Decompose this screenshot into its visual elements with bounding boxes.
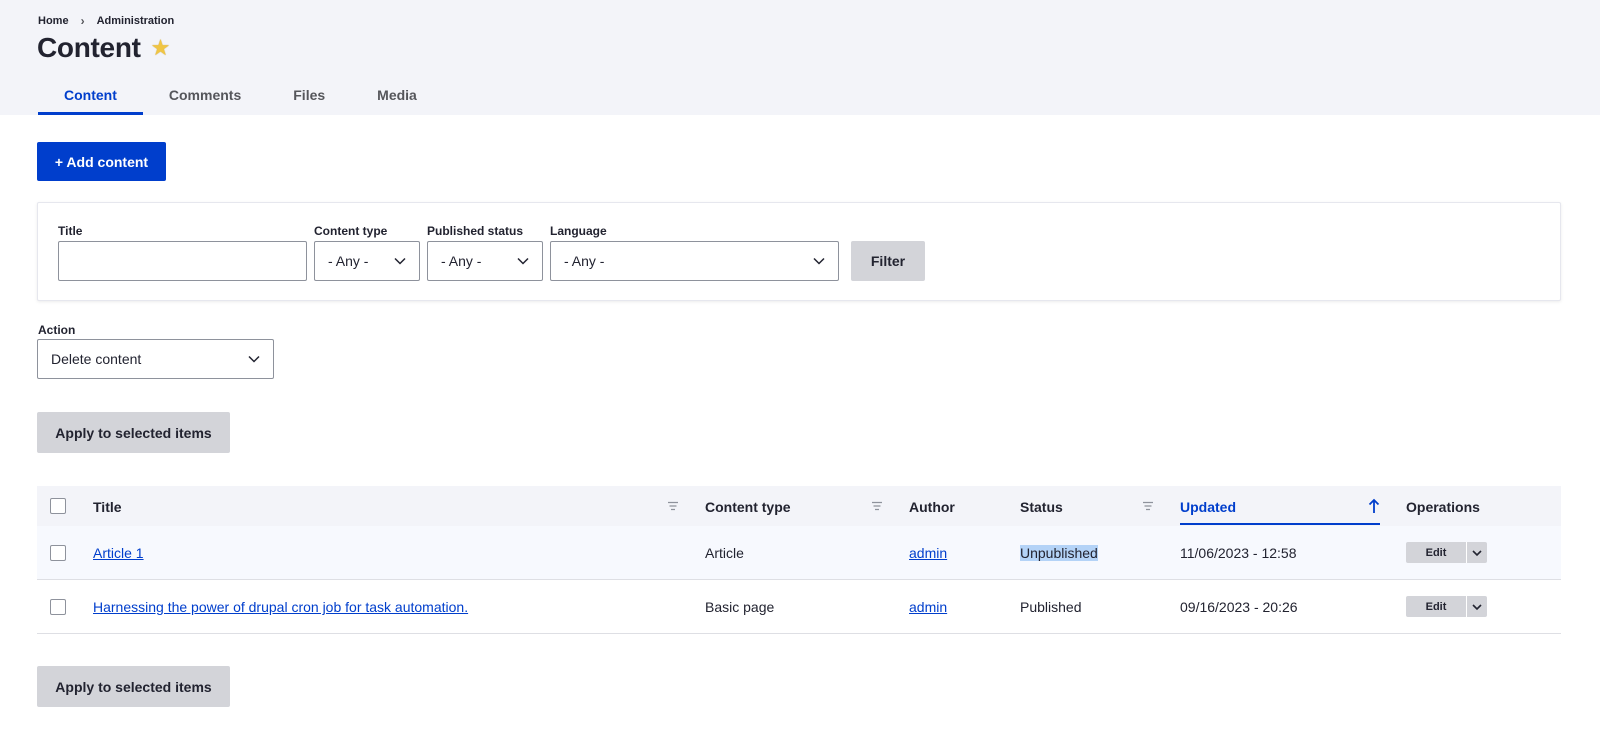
operations-dropdown-toggle[interactable]	[1466, 542, 1487, 563]
header-status[interactable]: Status	[1020, 499, 1063, 515]
row-operations: Edit	[1406, 542, 1487, 563]
page-header: Home › Administration Content ★ Content …	[0, 0, 1600, 115]
chevron-down-icon	[517, 257, 529, 265]
page-title-text: Content	[37, 32, 141, 63]
row-checkbox[interactable]	[50, 545, 66, 561]
add-content-button[interactable]: + Add content	[37, 142, 166, 181]
row-status: Unpublished	[1020, 545, 1098, 561]
content-table: Title Content type Author Status Updated…	[37, 486, 1561, 634]
row-updated: 11/06/2023 - 12:58	[1180, 545, 1297, 561]
page-title: Content ★	[37, 32, 170, 64]
table-header: Title Content type Author Status Updated…	[37, 486, 1561, 526]
content-type-label: Content type	[314, 224, 388, 238]
sort-icon[interactable]	[1142, 501, 1154, 511]
tab-content[interactable]: Content	[38, 80, 143, 115]
operations-dropdown-toggle[interactable]	[1466, 596, 1487, 617]
content-type-value: - Any -	[328, 253, 369, 269]
apply-selected-button-bottom[interactable]: Apply to selected items	[37, 666, 230, 707]
published-status-value: - Any -	[441, 253, 482, 269]
row-content-type: Article	[705, 545, 744, 561]
header-content-type[interactable]: Content type	[705, 499, 791, 515]
header-operations: Operations	[1406, 499, 1480, 515]
primary-tabs: Content Comments Files Media	[38, 80, 443, 115]
star-icon[interactable]: ★	[151, 37, 171, 59]
row-author-link[interactable]: admin	[909, 545, 947, 561]
chevron-down-icon	[1472, 549, 1482, 556]
tab-media[interactable]: Media	[351, 80, 443, 115]
row-title-link[interactable]: Article 1	[93, 545, 144, 561]
row-updated: 09/16/2023 - 20:26	[1180, 599, 1298, 615]
header-title[interactable]: Title	[93, 499, 122, 515]
chevron-down-icon	[813, 257, 825, 265]
language-label: Language	[550, 224, 607, 238]
apply-selected-button-top[interactable]: Apply to selected items	[37, 412, 230, 453]
published-status-label: Published status	[427, 224, 524, 238]
table-row: Article 1 Article admin Unpublished 11/0…	[37, 526, 1561, 580]
language-select[interactable]: - Any -	[550, 241, 839, 281]
row-author-link[interactable]: admin	[909, 599, 947, 615]
filter-button[interactable]: Filter	[851, 241, 925, 281]
sort-icon[interactable]	[667, 501, 679, 511]
sort-icon[interactable]	[871, 501, 883, 511]
row-checkbox[interactable]	[50, 599, 66, 615]
breadcrumb-separator: ›	[80, 14, 85, 28]
row-status: Published	[1020, 599, 1082, 615]
row-title-link[interactable]: Harnessing the power of drupal cron job …	[93, 599, 468, 615]
header-updated[interactable]: Updated	[1180, 499, 1236, 515]
action-select-value: Delete content	[51, 351, 142, 367]
arrow-up-icon[interactable]	[1368, 498, 1380, 514]
action-label: Action	[38, 323, 76, 337]
action-select[interactable]: Delete content	[37, 339, 274, 379]
sorted-column-indicator	[1180, 523, 1380, 525]
chevron-down-icon	[248, 355, 260, 363]
table-row: Harnessing the power of drupal cron job …	[37, 580, 1561, 634]
edit-button[interactable]: Edit	[1406, 596, 1466, 617]
language-value: - Any -	[564, 253, 605, 269]
header-author: Author	[909, 499, 955, 515]
tab-files[interactable]: Files	[267, 80, 351, 115]
filter-panel: Title Content type - Any - Published sta…	[37, 202, 1561, 301]
title-filter-input[interactable]	[58, 241, 307, 281]
breadcrumb: Home › Administration	[38, 14, 174, 28]
edit-button[interactable]: Edit	[1406, 542, 1466, 563]
tab-comments[interactable]: Comments	[143, 80, 267, 115]
breadcrumb-administration[interactable]: Administration	[97, 15, 175, 27]
row-operations: Edit	[1406, 596, 1487, 617]
chevron-down-icon	[1472, 603, 1482, 610]
published-status-select[interactable]: - Any -	[427, 241, 543, 281]
select-all-checkbox[interactable]	[50, 498, 66, 514]
content-type-select[interactable]: - Any -	[314, 241, 420, 281]
row-content-type: Basic page	[705, 599, 775, 615]
chevron-down-icon	[394, 257, 406, 265]
title-filter-label: Title	[58, 224, 83, 238]
breadcrumb-home[interactable]: Home	[38, 15, 69, 27]
